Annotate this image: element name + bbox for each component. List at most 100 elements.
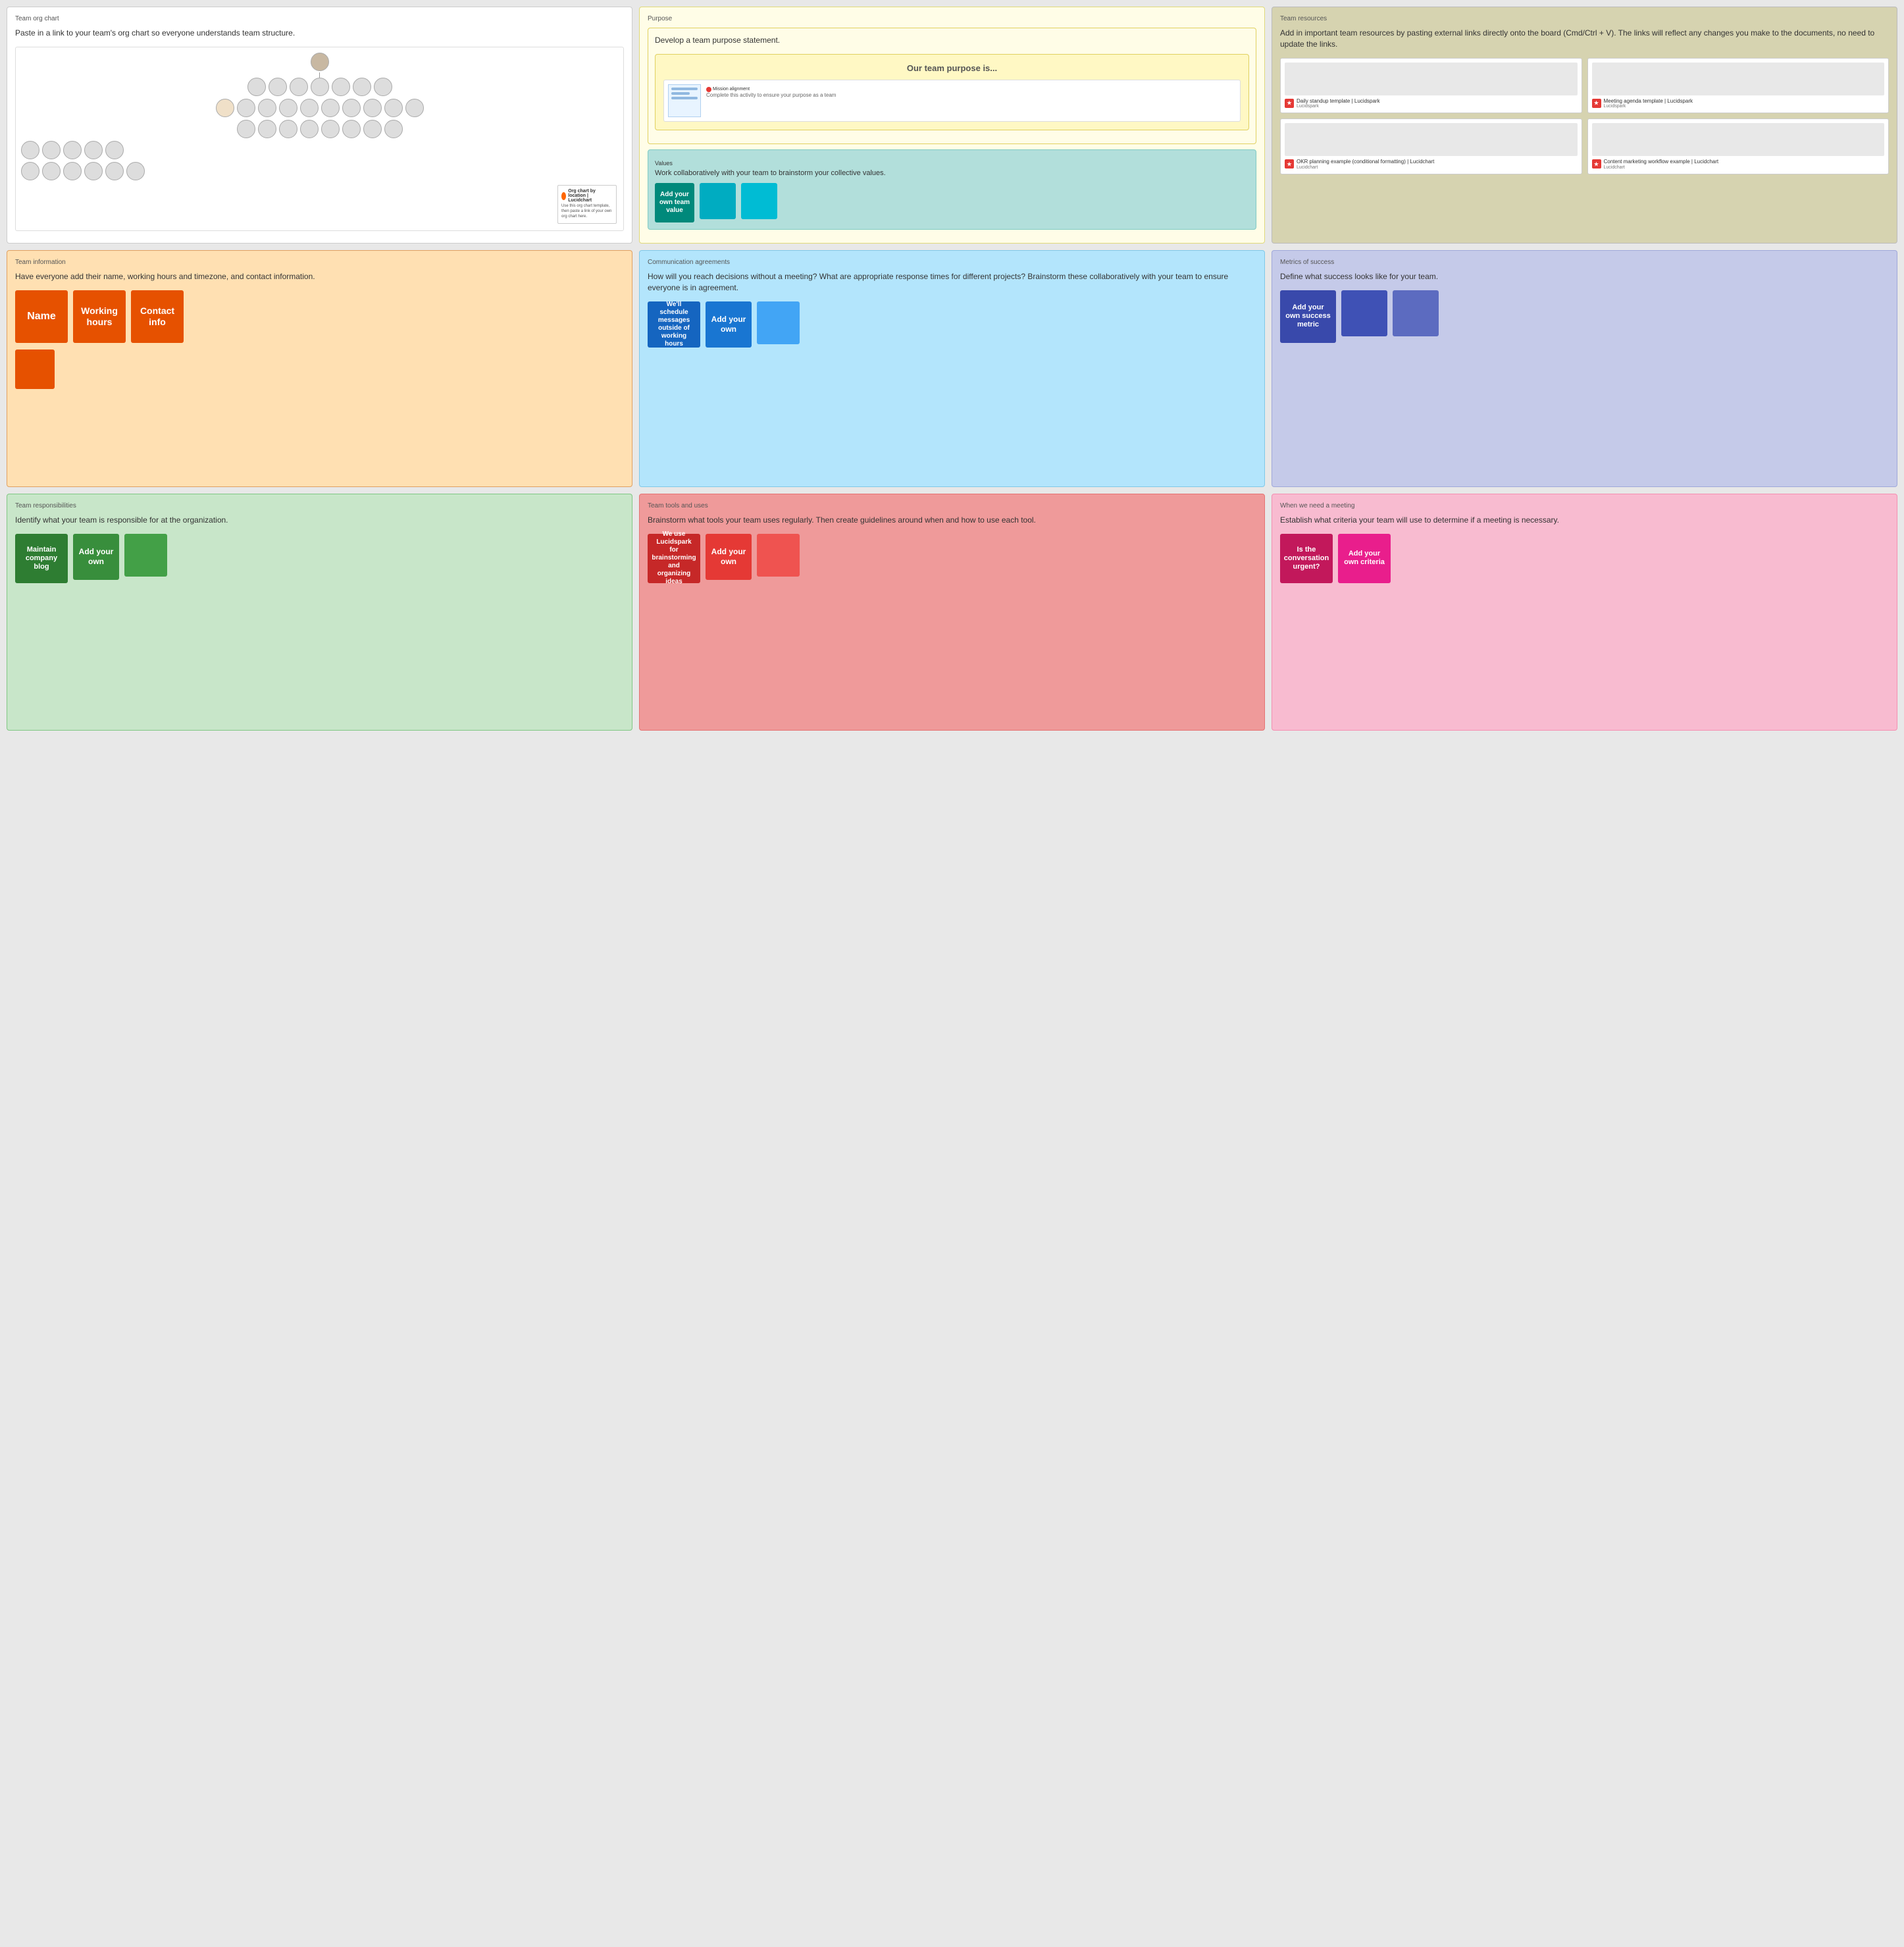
metrics-sticky-0[interactable]: Add your own success metric: [1280, 290, 1336, 343]
resp-stickies: Maintain company blog Add your own: [15, 534, 624, 583]
org-node: [105, 162, 124, 180]
mission-line: [671, 88, 698, 90]
values-sticky-0[interactable]: Add your own team value: [655, 183, 694, 222]
org-node: [300, 120, 319, 138]
comm-sticky-2[interactable]: [757, 301, 800, 344]
main-grid: Team org chart Paste in a link to your t…: [7, 7, 1897, 731]
lucidspark-resource-icon: ★: [1592, 99, 1601, 108]
info-sticky-contact[interactable]: Contact info: [131, 290, 184, 343]
info-label: Team information: [15, 259, 624, 266]
metrics-desc: Define what success looks like for your …: [1280, 271, 1889, 282]
mission-badge: Mission alignment: [706, 87, 836, 92]
tools-sticky-0[interactable]: We use Lucidspark for brainstorming and …: [648, 534, 700, 583]
resource-icon-row: ★ Daily standup template | Lucidspark Lu…: [1285, 98, 1578, 109]
values-label: Values: [655, 160, 673, 167]
resources-label: Team resources: [1280, 15, 1889, 22]
tools-label: Team tools and uses: [648, 502, 1256, 509]
info-sticky-hours[interactable]: Working hours: [73, 290, 126, 343]
org-node: [258, 120, 276, 138]
metrics-label: Metrics of success: [1280, 259, 1889, 266]
resource-title-3: Content marketing workflow example | Luc…: [1604, 159, 1719, 165]
org-node-root: [311, 53, 329, 71]
resources-grid: ★ Daily standup template | Lucidspark Lu…: [1280, 58, 1889, 174]
metrics-sticky-2[interactable]: [1393, 290, 1439, 336]
lucidspark-resource-icon: ★: [1285, 99, 1294, 108]
org-node: [84, 141, 103, 159]
values-section: Values Work collaboratively with your te…: [648, 149, 1256, 230]
org-node: [258, 99, 276, 117]
resp-label: Team responsibilities: [15, 502, 624, 509]
org-node: [216, 99, 234, 117]
org-node: [21, 162, 39, 180]
org-node: [384, 120, 403, 138]
resource-title-1: Meeting agenda template | Lucidspark: [1604, 98, 1693, 105]
org-thumbnail[interactable]: Org chart by location | Lucidchart Use t…: [557, 185, 617, 223]
lucidspark-icon: [561, 192, 566, 200]
resource-icon-row: ★ Content marketing workflow example | L…: [1592, 159, 1885, 170]
info-sticky-extra[interactable]: [15, 350, 55, 389]
values-sticky-1[interactable]: [700, 183, 736, 219]
tools-stickies: We use Lucidspark for brainstorming and …: [648, 534, 1256, 583]
resp-sticky-0[interactable]: Maintain company blog: [15, 534, 68, 583]
metrics-panel: Metrics of success Define what success l…: [1272, 250, 1897, 487]
org-node: [42, 141, 61, 159]
meeting-panel: When we need a meeting Establish what cr…: [1272, 494, 1897, 731]
meeting-sticky-0[interactable]: Is the conversation urgent?: [1280, 534, 1333, 583]
resource-icon-row: ★ OKR planning example (conditional form…: [1285, 159, 1578, 170]
mission-alignment-card[interactable]: Mission alignment Complete this activity…: [663, 80, 1241, 122]
resource-icon-row: ★ Meeting agenda template | Lucidspark L…: [1592, 98, 1885, 109]
org-thumb-logo: Org chart by location | Lucidchart: [561, 189, 613, 203]
org-node: [237, 99, 255, 117]
meeting-desc: Establish what criteria your team will u…: [1280, 515, 1889, 526]
comm-label: Communication agreements: [648, 259, 1256, 266]
resource-title-0: Daily standup template | Lucidspark: [1297, 98, 1380, 105]
resources-desc: Add in important team resources by pasti…: [1280, 28, 1889, 50]
lucidchart-resource-icon: ★: [1285, 159, 1294, 169]
meeting-sticky-1[interactable]: Add your own criteria: [1338, 534, 1391, 583]
purpose-heading: Our team purpose is...: [907, 63, 997, 73]
org-chart-container: Org chart by location | Lucidchart Use t…: [15, 47, 624, 231]
resp-sticky-1[interactable]: Add your own: [73, 534, 119, 580]
mission-img: [668, 84, 701, 117]
values-sticky-2[interactable]: [741, 183, 777, 219]
org-node: [363, 120, 382, 138]
info-sticky-name[interactable]: Name: [15, 290, 68, 343]
org-node: [279, 99, 297, 117]
resource-card-0[interactable]: ★ Daily standup template | Lucidspark Lu…: [1280, 58, 1582, 114]
resource-card-2[interactable]: ★ OKR planning example (conditional form…: [1280, 118, 1582, 174]
comm-stickies: We'll schedule messages outside of worki…: [648, 301, 1256, 348]
resource-subtitle-1: Lucidspark: [1604, 104, 1693, 109]
org-node: [237, 120, 255, 138]
org-node: [405, 99, 424, 117]
org-node: [342, 99, 361, 117]
mission-line: [671, 97, 698, 99]
org-chart-desc: Paste in a link to your team's org chart…: [15, 28, 624, 39]
mission-text: Complete this activity to ensure your pu…: [706, 92, 836, 98]
comm-sticky-1[interactable]: Add your own: [706, 301, 752, 348]
mission-label: Mission alignment: [713, 87, 750, 91]
purpose-statement-box: Our team purpose is... Mission alignment…: [655, 54, 1249, 130]
org-node: [269, 78, 287, 96]
tools-sticky-2[interactable]: [757, 534, 800, 577]
org-node: [342, 120, 361, 138]
org-node: [332, 78, 350, 96]
resource-card-3[interactable]: ★ Content marketing workflow example | L…: [1587, 118, 1890, 174]
info-stickies: Name Working hours Contact info: [15, 290, 624, 343]
comm-sticky-0[interactable]: We'll schedule messages outside of worki…: [648, 301, 700, 348]
org-node: [363, 99, 382, 117]
tools-sticky-1[interactable]: Add your own: [706, 534, 752, 580]
org-node: [279, 120, 297, 138]
mission-badge-dot: [706, 87, 711, 92]
org-node: [290, 78, 308, 96]
resource-subtitle-0: Lucidspark: [1297, 104, 1380, 109]
values-stickies: Add your own team value: [655, 183, 1249, 222]
resource-card-1[interactable]: ★ Meeting agenda template | Lucidspark L…: [1587, 58, 1890, 114]
org-node: [21, 141, 39, 159]
mission-line: [671, 92, 690, 95]
metrics-sticky-1[interactable]: [1341, 290, 1387, 336]
resp-sticky-2[interactable]: [124, 534, 167, 577]
tools-panel: Team tools and uses Brainstorm what tool…: [639, 494, 1265, 731]
org-node: [84, 162, 103, 180]
purpose-panel: Purpose Develop a team purpose statement…: [639, 7, 1265, 244]
purpose-desc: Develop a team purpose statement.: [655, 35, 1249, 46]
